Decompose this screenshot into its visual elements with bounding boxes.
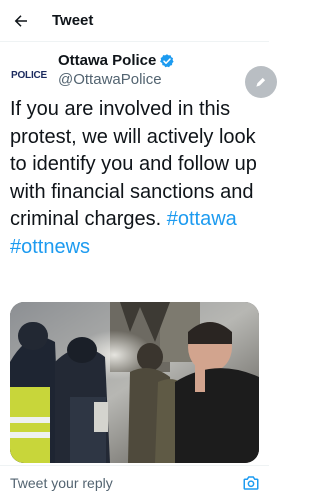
camera-icon: [243, 476, 259, 490]
hashtag-ottnews[interactable]: #ottnews: [10, 236, 90, 258]
author-info: Ottawa Police @OttawaPolice: [58, 52, 175, 88]
reply-bar: [0, 465, 269, 500]
page-title: Tweet: [52, 12, 94, 29]
avatar[interactable]: POLICE: [10, 56, 48, 94]
tweet-text: If you are involved in this protest, we …: [10, 96, 262, 262]
back-button[interactable]: [0, 0, 42, 42]
hashtag-ottawa[interactable]: #ottawa: [167, 208, 237, 230]
author-name-row: Ottawa Police: [58, 52, 175, 69]
top-bar: Tweet: [0, 0, 269, 42]
author-handle[interactable]: @OttawaPolice: [58, 71, 175, 88]
compose-tweet-button[interactable]: [245, 66, 277, 98]
verified-badge-icon: [159, 53, 175, 69]
author-name[interactable]: Ottawa Police: [58, 52, 156, 69]
avatar-logo-text: POLICE: [10, 69, 48, 81]
tweet-author: POLICE Ottawa Police @OttawaPolice: [10, 52, 260, 94]
camera-button[interactable]: [242, 474, 260, 497]
arrow-left-icon: [14, 14, 27, 27]
tweet-media-photo[interactable]: [10, 302, 259, 463]
compose-feather-icon: [256, 77, 266, 87]
reply-input[interactable]: [10, 475, 210, 491]
photo-protest-police-image: [10, 302, 259, 463]
